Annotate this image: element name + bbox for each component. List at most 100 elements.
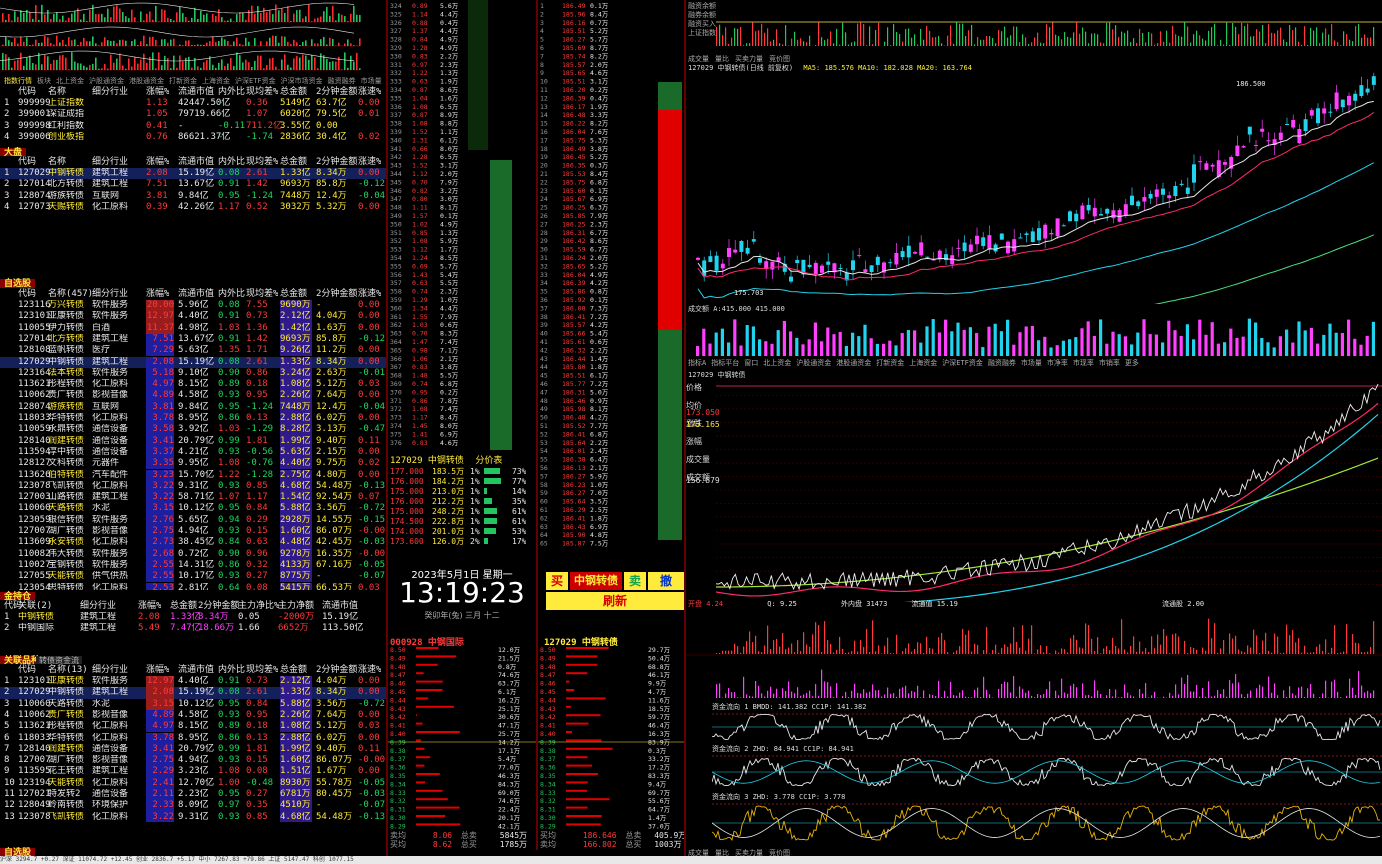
spark-bar	[41, 42, 43, 46]
table-row[interactable]: 113609 永安转债 化工原料 2.73 38.45亿 0.84 0.63 4.48亿 42.…	[0, 537, 386, 549]
kline-tab[interactable]: 打新资金	[876, 359, 904, 367]
table-row[interactable]: 4 127073 天赐转债 化工原料 0.39 42.26亿 1.17 0.52 3032万 5.…	[0, 202, 386, 213]
kline-tab[interactable]: 融资融券	[988, 359, 1016, 367]
table-row[interactable]: 2 127029 中钢转债 建筑工程 2.08 15.19亿 0.08 2.61 1.33亿 8.…	[0, 687, 386, 699]
spark-bar	[134, 17, 136, 22]
row-name: 游族转债	[48, 401, 85, 412]
kline-tab[interactable]: 北上资金	[763, 359, 791, 367]
table-row[interactable]: 127007 湖广转债 影视音像 2.75 4.94亿 0.93 0.15 1.60亿 86.0…	[0, 526, 386, 538]
table-row[interactable]: 3 128074 游族转债 互联网 3.81 9.84亿 0.95 -1.24 7448万 12.…	[0, 191, 386, 202]
buy-button[interactable]: 买	[546, 572, 568, 590]
table-row[interactable]: 2 中钢国际 建筑工程 5.49 7.47亿 18.66万 1.66 6652万 113.50亿	[0, 623, 386, 634]
table-row[interactable]: 6 118033 华特转债 化工原料 3.78 8.95亿 0.86 0.13 2.88亿 6.0…	[0, 732, 386, 744]
table-row[interactable]: 1 127029 中钢转债 建筑工程 2.08 15.19亿 0.08 2.61 1.33亿 8.…	[0, 168, 386, 180]
table-row[interactable]: 127003 山路转债 建筑工程 3.22 58.71亿 1.07 1.17 1.54亿 92.…	[0, 492, 386, 504]
table-row[interactable]: 113594 淳中转债 通信设备 3.37 4.21亿 0.93 -0.56 5.63亿 2.1…	[0, 446, 386, 459]
table-row[interactable]: 7 128140 润建转债 通信设备 3.41 20.79亿 0.99 1.81 1.99亿 9.…	[0, 743, 386, 756]
tick-stream-right: 1 186.49 0.1万 2 185.96 8.4万 3 186.16 0.7万 4 185.51…	[538, 0, 686, 548]
toolbar-tab[interactable]: 市场量	[361, 77, 382, 85]
kline-tab[interactable]: 港股通资金	[836, 359, 871, 367]
kline-tab[interactable]: 指标A	[688, 359, 706, 367]
table-row[interactable]: 123078 飞凯转债 化工原料 3.22 9.31亿 0.93 0.85 4.68亿 54.4…	[0, 480, 386, 493]
table-row[interactable]: 113626 伯特转债 汽车配件 3.23 15.70亿 1.22 -1.28 2.75亿 4.…	[0, 469, 386, 481]
table-row[interactable]: 123101 亚康转债 软件服务 12.97 4.40亿 0.91 0.73 2.12亿 4.0…	[0, 311, 386, 323]
table-row[interactable]: 110027 宝钢转债 软件服务 2.55 14.31亿 0.86 0.32 4133万 67.…	[0, 559, 386, 572]
row-name: 银信转债	[48, 514, 85, 525]
toolbar-tab[interactable]: 指数行情	[4, 77, 32, 85]
table-row[interactable]: 12 128049 岭南转债 环境保护 2.33 8.09亿 0.97 0.35 4510万 - -…	[0, 800, 386, 812]
table-row[interactable]: 110062 贵广转债 影视音像 4.89 4.58亿 0.93 0.95 2.26亿 7.64…	[0, 390, 386, 402]
kline-tab[interactable]: 指标平台	[711, 359, 739, 367]
table-row[interactable]: 123054 思特转债 化工原料 2.53 2.81亿 0.64 0.08 5415万 66.5…	[0, 582, 386, 590]
table-row[interactable]: 9 113595 花王转债 建筑工程 2.29 3.23亿 1.08 0.08 1.51亿 1.6…	[0, 766, 386, 778]
kline-tab[interactable]: 市净率	[1047, 359, 1068, 367]
table-row[interactable]: 110060 天路转债 水泥 3.15 10.12亿 0.95 0.84 5.88亿 3.56万…	[0, 503, 386, 515]
toolbar-tab[interactable]: 板块	[37, 77, 51, 85]
table-row[interactable]: 13 123078 飞凯转债 化工原料 3.22 9.31亿 0.93 0.85 4.68亿 54…	[0, 811, 386, 822]
row-speed: -0.00	[358, 755, 386, 766]
toolbar-tab[interactable]: 打新资金	[169, 77, 197, 85]
kline-tab[interactable]: 沪深ETF资金	[942, 359, 983, 367]
spark-bar	[215, 67, 217, 70]
spark-bar	[113, 6, 115, 22]
table-row[interactable]: 128140 润建转债 通信设备 3.41 20.79亿 0.99 1.81 1.99亿 9.4…	[0, 435, 386, 447]
kline-tab[interactable]: 市现率	[1073, 359, 1094, 367]
candle-body	[999, 233, 1004, 240]
refresh-button[interactable]: 刷新	[546, 592, 684, 610]
table-row[interactable]: 4 399006 创业板指 0.76 86621.37亿 - -1.74 2836亿 30.4亿…	[0, 132, 386, 143]
table-row[interactable]: 3 110060 天路转债 水泥 3.15 10.12亿 0.95 0.84 5.88亿 3.56…	[0, 698, 386, 710]
table-row[interactable]: 123164 法本转债 软件服务 5.18 9.10亿 0.90 0.86 3.24亿 2.63…	[0, 367, 386, 380]
table-row[interactable]: 11 127021 特发转2 通信设备 2.11 2.23亿 0.95 0.27 6781万 80…	[0, 789, 386, 801]
kline-volume-bar	[1192, 339, 1196, 356]
table-row[interactable]: 1 999999 上证指数 1.13 42447.50亿 -0.36 5149亿 63.7亿 0…	[0, 98, 386, 109]
table-row[interactable]: 8 127007 湖广转债 影视音像 2.75 4.94亿 0.93 0.15 1.60亿 86.…	[0, 755, 386, 767]
table-row[interactable]: 110059 永鼎转债 通信设备 3.58 3.92亿 1.03 -1.29 8.28亿 3.1…	[0, 424, 386, 436]
kline-tab[interactable]: 上海资金	[909, 359, 937, 367]
intraday-amount-bar	[1070, 685, 1072, 698]
table-row[interactable]: 128108 蓝帆转债 医疗 7.29 5.63亿 1.35 1.71 9.26亿 11.2万 0…	[0, 345, 386, 357]
toolbar-tab[interactable]: 沪股通资金	[89, 77, 124, 85]
table-row[interactable]: 113621 彤程转债 化工原料 4.97 8.15亿 0.89 0.18 1.08亿 5.12…	[0, 379, 386, 391]
table-row[interactable]: 2 127014 北方转债 建筑工程 7.51 13.67亿 0.91 1.42 9693万 85…	[0, 179, 386, 190]
column-header: 2分钟金额	[198, 601, 240, 611]
table-row[interactable]: 10 123194 天能转债 化工原料 2.41 12.70亿 1.00 -0.48 8930万…	[0, 777, 386, 789]
table-row[interactable]: 128127 文科转债 元器件 3.35 9.95亿 1.08 -0.76 4.40亿 9.75…	[0, 458, 386, 470]
table-row[interactable]: 128074 游族转债 互联网 3.81 9.84亿 0.95 -1.24 7448万 12.4…	[0, 401, 386, 413]
row-change: 7.51	[146, 333, 174, 346]
toolbar-tab[interactable]: 北上资金	[56, 77, 84, 85]
ob-vol: 68.8万	[648, 663, 671, 671]
toolbar-tab[interactable]: 港股通资金	[129, 77, 164, 85]
row-speed: -0.00	[358, 548, 386, 559]
table-row[interactable]: 4 110062 贵广转债 影视音像 4.89 4.58亿 0.93 0.95 2.26亿 7.6…	[0, 709, 386, 722]
kline-tab[interactable]: 窗口	[744, 359, 758, 367]
kline-tab[interactable]: 沪股通资金	[796, 359, 831, 367]
cancel-button[interactable]: 撤	[648, 572, 684, 590]
volume-bar	[941, 43, 943, 46]
table-row[interactable]: 5 113621 彤程转债 化工原料 4.97 8.15亿 0.89 0.18 1.08亿 5.1…	[0, 721, 386, 733]
kline-tab[interactable]: 市销率	[1099, 359, 1120, 367]
table-row[interactable]: 118033 华特转债 化工原料 3.78 8.95亿 0.86 0.13 2.88亿 6.02…	[0, 413, 386, 425]
toolbar-tab[interactable]: 融资融券	[328, 77, 356, 85]
table-row[interactable]: 123116 万兴转债 软件服务 20.00 5.96亿 0.08 7.55 9690万 -0.…	[0, 300, 386, 312]
toolbar-tab[interactable]: 上海资金	[202, 77, 230, 85]
spark-bar	[53, 59, 55, 70]
table-row[interactable]: 3 999998 红利指数 0.41- -0.11 711.2亿 3.55亿 0.00	[0, 121, 386, 132]
row-io-ratio: 0.93	[218, 811, 240, 822]
table-row[interactable]: 110082 伟大转债 软件服务 2.68 0.72亿 0.90 0.96 9278万 16.3…	[0, 548, 386, 560]
toolbar-tab[interactable]: 沪深ETF资金	[235, 77, 276, 85]
table-row[interactable]: 2 399001 深证成指 1.05 79719.66亿 -1.07 6020亿 79.5亿 0…	[0, 109, 386, 120]
row-speed: 0.00	[358, 446, 380, 457]
row-market-value: 20.79亿	[178, 743, 215, 754]
table-row[interactable]: 123059 银信转债 软件服务 2.76 5.65亿 0.94 0.29 2928万 14.5…	[0, 514, 386, 526]
kline-tab[interactable]: 市场量	[1021, 359, 1042, 367]
table-row[interactable]: 127029 中钢转债 建筑工程 2.08 15.19亿 0.08 2.61 1.33亿 8.3…	[0, 356, 386, 368]
intraday-volume-bar	[725, 650, 727, 654]
toolbar-tab[interactable]: 沪深市场资金	[281, 77, 323, 85]
sell-button[interactable]: 卖	[624, 572, 646, 590]
table-row[interactable]: 110055 伊力转债 白酒 11.37 4.98亿 1.03 1.36 1.42亿 1.63万…	[0, 322, 386, 334]
kline-tab[interactable]: 更多	[1125, 359, 1139, 367]
table-row[interactable]: 1 123101 亚康转债 软件服务 12.97 4.40亿 0.91 0.73 2.12亿 4.…	[0, 676, 386, 688]
table-row[interactable]: 1 中钢转债 建筑工程 2.08 1.33亿 8.34万 0.05 -2000万 15.19亿	[0, 612, 386, 623]
table-row[interactable]: 127014 北方转债 建筑工程 7.51 13.67亿 0.91 1.42 9693万 85.…	[0, 333, 386, 346]
table-row[interactable]: 127055 天能转债 供气供热 2.55 10.17亿 0.93 0.27 8775万 - -0…	[0, 571, 386, 583]
